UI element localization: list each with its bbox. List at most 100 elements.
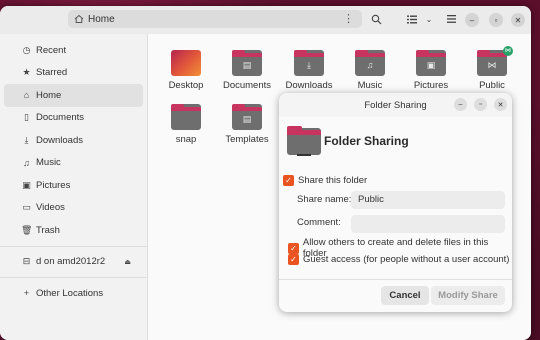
folder-documents[interactable]: ▤ Documents bbox=[217, 50, 277, 91]
dialog-heading: Folder Sharing bbox=[324, 134, 409, 148]
sidebar-item-label: Recent bbox=[36, 44, 67, 56]
dialog-divider bbox=[279, 279, 512, 280]
folder-label: Desktop bbox=[168, 80, 204, 91]
network-drive-icon: ⊟ bbox=[22, 256, 31, 267]
folder-downloads[interactable]: ⤓ Downloads bbox=[279, 50, 339, 91]
sidebar-item-label: Starred bbox=[36, 67, 68, 79]
templates-folder-icon: ▤ bbox=[232, 104, 262, 130]
folder-label: Public bbox=[479, 80, 505, 91]
maximize-icon[interactable]: ▫ bbox=[474, 98, 487, 111]
share-badge-icon: ⋈ bbox=[503, 46, 513, 56]
sidebar-item-downloads[interactable]: ⤓ Downloads bbox=[4, 129, 143, 152]
sidebar: ◷ Recent ★ Starred ⌂ Home ▯ Documents ⤓ … bbox=[0, 34, 148, 340]
kebab-icon[interactable]: ⋮ bbox=[343, 12, 354, 25]
sidebar-item-label: Other Locations bbox=[36, 287, 104, 299]
comment-input[interactable] bbox=[351, 215, 505, 233]
folder-snap[interactable]: snap bbox=[156, 104, 216, 145]
documents-folder-icon: ▤ bbox=[232, 50, 262, 76]
menu-button[interactable] bbox=[444, 11, 458, 27]
checkmark-icon: ✓ bbox=[283, 175, 294, 186]
sidebar-item-starred[interactable]: ★ Starred bbox=[4, 62, 143, 85]
sidebar-item-trash[interactable]: 🗑︎ Trash bbox=[4, 219, 143, 242]
music-folder-icon: ♫ bbox=[355, 50, 385, 76]
minimize-icon[interactable]: – bbox=[465, 13, 479, 27]
guest-access-checkbox[interactable]: ✓ Guest access (for people without a use… bbox=[288, 254, 509, 265]
maximize-icon[interactable]: ▫ bbox=[489, 13, 503, 27]
sidebar-item-music[interactable]: ♫ Music bbox=[4, 152, 143, 175]
checkbox-label: Guest access (for people without a user … bbox=[303, 254, 510, 265]
sidebar-item-label: Music bbox=[36, 157, 61, 169]
trash-icon: 🗑︎ bbox=[21, 224, 33, 235]
folder-desktop[interactable]: Desktop bbox=[156, 50, 216, 91]
folder-sharing-dialog: Folder Sharing – ▫ ✕ Folder Sharing ✓ Sh… bbox=[279, 93, 512, 312]
plus-icon: + bbox=[23, 288, 30, 299]
pictures-folder-icon: ▣ bbox=[416, 50, 446, 76]
picture-icon: ▣ bbox=[22, 179, 31, 190]
download-icon: ⤓ bbox=[24, 134, 29, 145]
folder-music[interactable]: ♫ Music bbox=[340, 50, 400, 91]
downloads-folder-icon: ⤓ bbox=[294, 50, 324, 76]
checkmark-icon: ✓ bbox=[288, 242, 299, 254]
close-icon[interactable]: ✕ bbox=[511, 13, 525, 27]
share-name-label: Share name: bbox=[297, 194, 352, 205]
checkbox-label: Share this folder bbox=[298, 175, 368, 186]
folder-label: snap bbox=[175, 134, 197, 145]
star-icon: ★ bbox=[22, 67, 31, 78]
dialog-window-title: Folder Sharing bbox=[364, 99, 427, 111]
sidebar-item-videos[interactable]: ▭ Videos bbox=[4, 197, 143, 220]
list-view-button[interactable] bbox=[405, 11, 419, 27]
checkmark-icon: ✓ bbox=[288, 254, 299, 265]
folder-pictures[interactable]: ▣ Pictures bbox=[401, 50, 461, 91]
shared-folder-icon bbox=[287, 126, 321, 156]
desktop-folder-icon bbox=[171, 50, 201, 76]
header-bar: Home ⋮ ⌄ – ▫ ✕ bbox=[0, 6, 531, 34]
sidebar-item-network[interactable]: ⊟ d on amd2012r2 ⏏ bbox=[4, 251, 143, 274]
video-icon: ▭ bbox=[22, 202, 31, 213]
cancel-button[interactable]: Cancel bbox=[381, 286, 429, 305]
search-icon bbox=[371, 14, 381, 24]
sidebar-item-documents[interactable]: ▯ Documents bbox=[4, 107, 143, 130]
eject-icon[interactable]: ⏏ bbox=[124, 258, 131, 266]
folder-label: Music bbox=[357, 80, 383, 91]
share-this-folder-checkbox[interactable]: ✓ Share this folder bbox=[283, 175, 367, 186]
sidebar-item-home[interactable]: ⌂ Home bbox=[4, 84, 143, 107]
sidebar-item-label: Videos bbox=[36, 202, 65, 214]
music-icon: ♫ bbox=[23, 157, 30, 168]
home-icon: ⌂ bbox=[23, 90, 30, 101]
dialog-header: Folder Sharing – ▫ ✕ bbox=[279, 93, 512, 117]
sidebar-item-label: d on amd2012r2 bbox=[36, 256, 106, 268]
folder-label: Pictures bbox=[413, 80, 449, 91]
menu-icon bbox=[446, 15, 456, 23]
folder-public[interactable]: ⋈ ⋈ Public bbox=[462, 46, 522, 91]
snap-folder-icon bbox=[171, 104, 201, 130]
list-view-icon bbox=[407, 15, 417, 23]
sidebar-item-label: Trash bbox=[36, 224, 60, 236]
close-icon[interactable]: ✕ bbox=[494, 98, 507, 111]
sidebar-divider bbox=[0, 277, 147, 278]
clock-icon: ◷ bbox=[22, 44, 31, 55]
minimize-icon[interactable]: – bbox=[454, 98, 467, 111]
public-folder-icon: ⋈ ⋈ bbox=[477, 46, 513, 76]
sidebar-item-recent[interactable]: ◷ Recent bbox=[4, 39, 143, 62]
modify-share-button[interactable]: Modify Share bbox=[431, 286, 505, 305]
comment-label: Comment: bbox=[297, 217, 341, 228]
share-name-input[interactable] bbox=[351, 191, 505, 209]
view-options-icon[interactable]: ⌄ bbox=[423, 11, 435, 27]
home-icon bbox=[74, 14, 84, 23]
path-bar[interactable]: Home ⋮ bbox=[68, 10, 362, 28]
sidebar-divider bbox=[0, 245, 147, 247]
sidebar-item-label: Documents bbox=[36, 112, 85, 124]
sidebar-item-label: Downloads bbox=[36, 134, 83, 146]
search-button[interactable] bbox=[368, 11, 384, 27]
sidebar-item-label: Home bbox=[36, 89, 62, 101]
folder-label: Downloads bbox=[285, 80, 333, 91]
folder-templates[interactable]: ▤ Templates bbox=[217, 104, 277, 145]
sidebar-item-other-locations[interactable]: + Other Locations bbox=[4, 282, 143, 305]
dialog-title-row: Folder Sharing bbox=[287, 126, 409, 156]
sidebar-item-pictures[interactable]: ▣ Pictures bbox=[4, 174, 143, 197]
folder-label: Templates bbox=[225, 134, 269, 145]
path-label: Home bbox=[88, 13, 115, 25]
document-icon: ▯ bbox=[24, 112, 29, 123]
folder-label: Documents bbox=[222, 80, 272, 91]
sidebar-item-label: Pictures bbox=[36, 179, 71, 191]
